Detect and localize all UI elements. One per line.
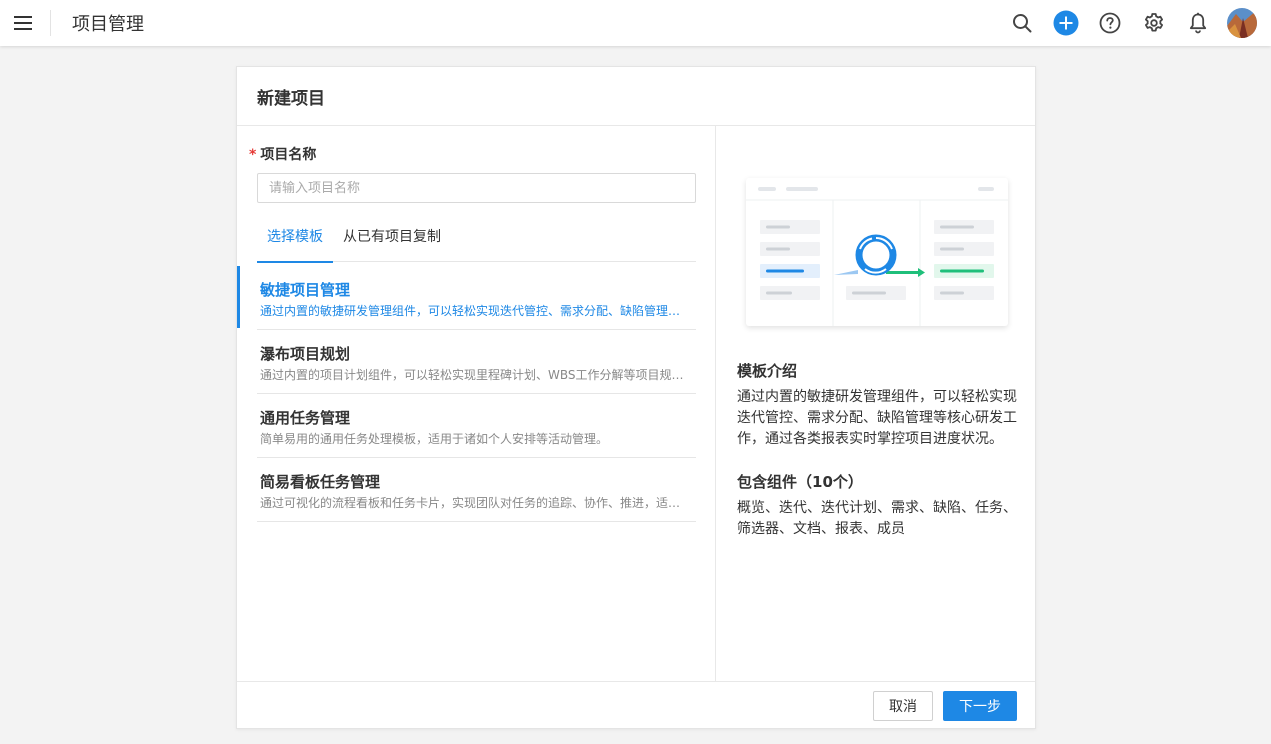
notifications-button[interactable] — [1176, 1, 1220, 45]
template-intro-text: 通过内置的敏捷研发管理组件，可以轻松实现迭代管控、需求分配、缺陷管理等核心研发工… — [737, 389, 1017, 447]
template-selection-pane: *项目名称 选择模板 从已有项目复制 敏捷项目管理 通过内置的敏捷研发管理组件，… — [237, 126, 716, 681]
template-item-general-task[interactable]: 通用任务管理 简单易用的通用任务处理模板，适用于诸如个人安排等活动管理。 — [237, 394, 716, 458]
template-intro-title: 模板介绍 — [737, 362, 798, 380]
avatar[interactable] — [1227, 8, 1257, 38]
next-step-button[interactable]: 下一步 — [943, 691, 1017, 721]
template-name: 敏捷项目管理 — [260, 281, 351, 299]
template-name: 瀑布项目规划 — [260, 345, 351, 363]
template-name: 简易看板任务管理 — [260, 473, 381, 491]
dialog-footer: 取消 下一步 — [237, 681, 1035, 729]
header-divider — [50, 10, 51, 36]
search-button[interactable] — [1000, 1, 1044, 45]
top-actions — [1000, 0, 1257, 46]
components-title: 包含组件（10个） — [737, 473, 863, 491]
template-list: 敏捷项目管理 通过内置的敏捷研发管理组件，可以轻松实现迭代管控、需求分配、缺陷管… — [237, 266, 716, 522]
template-description: 通过可视化的流程看板和任务卡片，实现团队对任务的追踪、协作、推进，适用于敏捷团队… — [260, 496, 692, 510]
components-text: 概览、迭代、迭代计划、需求、缺陷、任务、筛选器、文档、报表、成员 — [737, 500, 1017, 537]
template-item-kanban[interactable]: 简易看板任务管理 通过可视化的流程看板和任务卡片，实现团队对任务的追踪、协作、推… — [237, 458, 716, 522]
gear-icon — [1145, 13, 1163, 32]
top-bar: 项目管理 — [0, 0, 1271, 46]
template-preview-illustration — [746, 178, 1008, 326]
plus-circle-icon — [1053, 10, 1079, 36]
tab-copy-from-project[interactable]: 从已有项目复制 — [333, 222, 451, 262]
help-button[interactable] — [1088, 1, 1132, 45]
project-name-input[interactable] — [257, 173, 696, 203]
dialog-header: 新建项目 — [237, 67, 1035, 126]
template-preview-pane: 模板介绍 通过内置的敏捷研发管理组件，可以轻松实现迭代管控、需求分配、缺陷管理等… — [717, 126, 1035, 681]
template-name: 通用任务管理 — [260, 409, 351, 427]
preview-diagram-image — [746, 187, 1008, 326]
tab-choose-template[interactable]: 选择模板 — [257, 222, 333, 263]
project-name-label-text: 项目名称 — [260, 147, 317, 163]
menu-button[interactable] — [0, 0, 46, 46]
dialog-body: *项目名称 选择模板 从已有项目复制 敏捷项目管理 通过内置的敏捷研发管理组件，… — [237, 126, 1035, 681]
template-tabs: 选择模板 从已有项目复制 — [257, 222, 696, 263]
user-avatar-image — [1227, 8, 1257, 38]
template-description: 简单易用的通用任务处理模板，适用于诸如个人安排等活动管理。 — [260, 432, 609, 446]
template-item-waterfall[interactable]: 瀑布项目规划 通过内置的项目计划组件，可以轻松实现里程碑计划、WBS工作分解等项… — [237, 330, 716, 394]
menu-icon — [14, 16, 32, 30]
template-description: 通过内置的敏捷研发管理组件，可以轻松实现迭代管控、需求分配、缺陷管理等核心研发工… — [260, 304, 692, 318]
required-mark: * — [249, 147, 257, 163]
bell-icon — [1189, 12, 1207, 34]
dialog-title: 新建项目 — [257, 88, 325, 109]
template-description: 通过内置的项目计划组件，可以轻松实现里程碑计划、WBS工作分解等项目规划与管理工… — [260, 368, 692, 382]
cancel-button[interactable]: 取消 — [873, 691, 933, 721]
template-item-agile[interactable]: 敏捷项目管理 通过内置的敏捷研发管理组件，可以轻松实现迭代管控、需求分配、缺陷管… — [237, 266, 716, 330]
help-icon — [1099, 12, 1121, 34]
add-button[interactable] — [1044, 1, 1088, 45]
new-project-dialog: 新建项目 *项目名称 选择模板 从已有项目复制 敏捷项目管理 通过内置的敏捷研发… — [236, 66, 1036, 729]
app-title: 项目管理 — [72, 14, 144, 35]
project-name-label: * 项目名称 — [249, 144, 316, 164]
search-icon — [1013, 14, 1032, 33]
settings-button[interactable] — [1132, 1, 1176, 45]
